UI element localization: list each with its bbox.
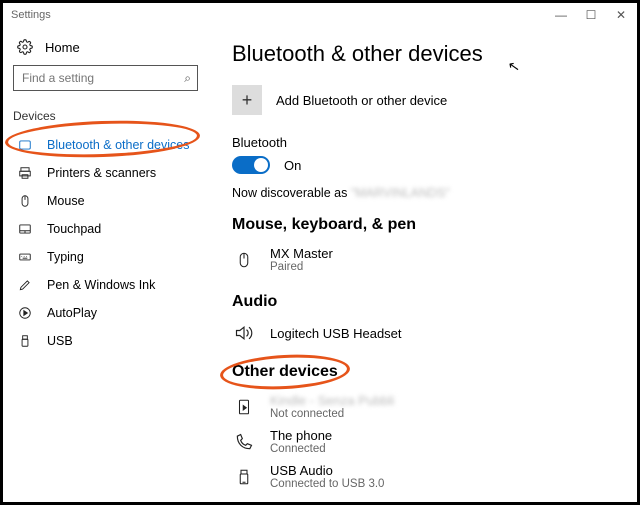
add-device-label: Add Bluetooth or other device (276, 93, 447, 108)
section-mouse-keyboard-pen: Mouse, keyboard, & pen (232, 216, 617, 234)
sidebar-section-title: Devices (13, 109, 198, 123)
device-row[interactable]: USB Audio Connected to USB 3.0 (232, 459, 617, 494)
device-name: Kindle - Senza Pubbli (270, 393, 394, 408)
settings-window: Settings — ☐ ✕ Home ⌕ Devices Bluetooth (0, 0, 640, 505)
home-link[interactable]: Home (13, 35, 198, 65)
home-label: Home (45, 40, 80, 55)
mouse-icon (17, 194, 33, 208)
search-input[interactable]: ⌕ (13, 65, 198, 91)
tablet-icon (17, 138, 33, 152)
pen-icon (17, 278, 33, 292)
speaker-icon (232, 323, 256, 343)
section-other-devices: Other devices (232, 363, 617, 381)
add-device-row[interactable]: + Add Bluetooth or other device (232, 85, 617, 115)
sidebar-item-label: Typing (47, 250, 84, 264)
add-button[interactable]: + (232, 85, 262, 115)
device-status: Connected to USB 3.0 (270, 478, 384, 490)
sidebar-item-touchpad[interactable]: Touchpad (13, 215, 198, 243)
sidebar-item-bluetooth[interactable]: Bluetooth & other devices (13, 131, 198, 159)
tablet-device-icon (232, 397, 256, 417)
device-name: MX Master (270, 246, 333, 261)
usb-device-icon (232, 467, 256, 487)
search-icon: ⌕ (184, 71, 191, 86)
sidebar-item-mouse[interactable]: Mouse (13, 187, 198, 215)
sidebar-item-label: Mouse (47, 194, 85, 208)
sidebar-item-label: Printers & scanners (47, 166, 156, 180)
bluetooth-toggle-row: On (232, 156, 617, 174)
minimize-button[interactable]: — (553, 8, 569, 22)
bluetooth-toggle[interactable] (232, 156, 270, 174)
maximize-button[interactable]: ☐ (583, 8, 599, 22)
bluetooth-label: Bluetooth (232, 135, 617, 150)
device-row[interactable]: Logitech USB Headset (232, 319, 617, 347)
sidebar-item-label: Bluetooth & other devices (47, 138, 189, 152)
gear-icon (17, 39, 33, 55)
device-status: Connected (270, 443, 332, 455)
plus-icon: + (242, 90, 253, 111)
sidebar-item-printers[interactable]: Printers & scanners (13, 159, 198, 187)
discoverable-text: Now discoverable as "MARVINLANDS" (232, 186, 617, 200)
device-name: The phone (270, 428, 332, 443)
window-title: Settings (11, 9, 51, 21)
touchpad-icon (17, 222, 33, 236)
page-title: Bluetooth & other devices (232, 41, 617, 67)
keyboard-icon (17, 250, 33, 264)
device-name: USB Audio (270, 463, 384, 478)
mouse-device-icon (232, 249, 256, 271)
sidebar: Home ⌕ Devices Bluetooth & other devices… (3, 27, 208, 502)
device-status: Not connected (270, 408, 394, 420)
sidebar-item-usb[interactable]: USB (13, 327, 198, 355)
autoplay-icon (17, 306, 33, 320)
sidebar-item-label: Pen & Windows Ink (47, 278, 155, 292)
device-row[interactable]: Kindle - Senza Pubbli Not connected (232, 389, 617, 424)
sidebar-item-label: USB (47, 334, 73, 348)
sidebar-item-autoplay[interactable]: AutoPlay (13, 299, 198, 327)
device-status: Paired (270, 261, 333, 273)
device-row[interactable]: The phone Connected (232, 424, 617, 459)
toggle-state-label: On (284, 158, 301, 173)
titlebar: Settings — ☐ ✕ (3, 3, 637, 27)
device-name: Logitech USB Headset (270, 326, 402, 341)
window-controls: — ☐ ✕ (553, 8, 629, 22)
sidebar-item-pen[interactable]: Pen & Windows Ink (13, 271, 198, 299)
sidebar-item-typing[interactable]: Typing (13, 243, 198, 271)
phone-icon (232, 432, 256, 452)
sidebar-item-label: AutoPlay (47, 306, 97, 320)
device-row[interactable]: MX Master Paired (232, 242, 617, 277)
printer-icon (17, 166, 33, 180)
usb-icon (17, 334, 33, 348)
sidebar-item-label: Touchpad (47, 222, 101, 236)
discover-name: "MARVINLANDS" (351, 186, 450, 200)
content-area: Bluetooth & other devices + Add Bluetoot… (208, 27, 637, 502)
section-audio: Audio (232, 293, 617, 311)
discover-prefix: Now discoverable as (232, 186, 347, 200)
search-field[interactable] (20, 70, 170, 86)
close-button[interactable]: ✕ (613, 8, 629, 22)
